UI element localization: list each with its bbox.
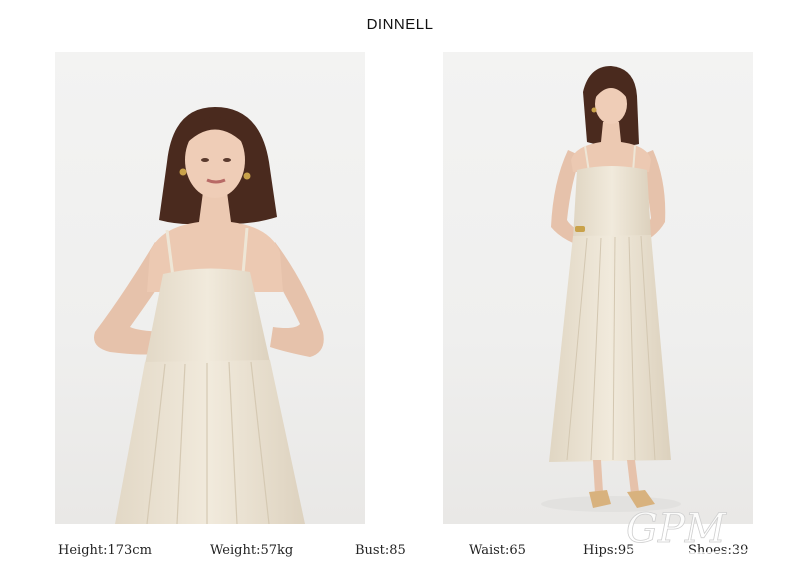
height-label: Height:173cm [58,543,152,558]
model-photo-left [55,52,365,524]
brand-title: DINNELL [366,16,434,33]
model-illustration-right [541,66,681,512]
shoes-label: Shoes:39 [688,543,749,558]
weight-label: Weight:57kg [210,543,294,558]
model-photo-right [443,52,753,524]
hips-label: Hips:95 [583,543,635,558]
bust-label: Bust:85 [355,543,406,558]
waist-label: Waist:65 [469,543,526,558]
model-measurements: Height:173cm Weight:57kg Bust:85 Waist:6… [0,543,800,563]
model-illustration-left [94,107,324,524]
